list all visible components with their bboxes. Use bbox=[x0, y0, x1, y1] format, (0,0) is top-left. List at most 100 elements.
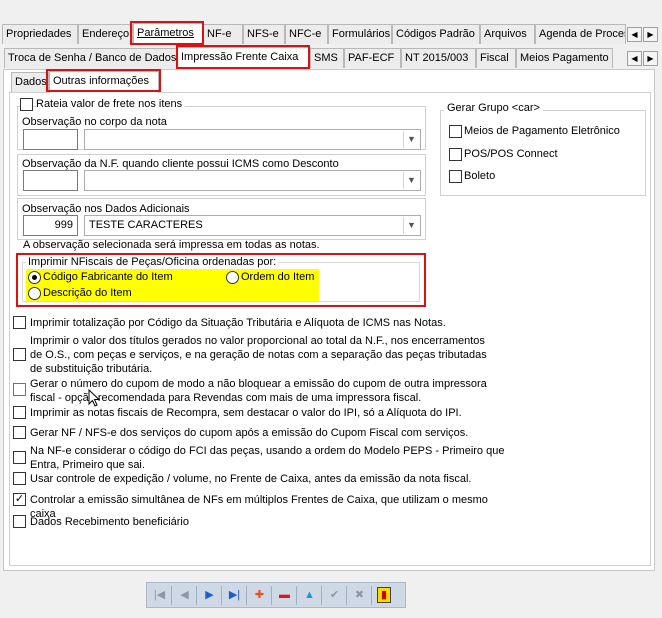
obs-icms-code-input[interactable] bbox=[23, 170, 78, 191]
tab-label: NFS-e bbox=[247, 28, 279, 40]
pos-connect-checkbox[interactable] bbox=[449, 148, 462, 161]
opt-gerar-nf-servicos-checkbox[interactable] bbox=[13, 426, 26, 439]
pos-connect-label: POS/POS Connect bbox=[464, 148, 558, 160]
obs-adicionais-code-input[interactable]: 999 bbox=[23, 215, 78, 236]
opt-numero-cupom-checkbox[interactable] bbox=[13, 383, 26, 396]
radio-ordem-item-label: Ordem do Item bbox=[241, 271, 315, 283]
tab-outras-informacoes[interactable]: Outras informações bbox=[49, 71, 159, 93]
obs-icms-select[interactable]: ▼ bbox=[84, 170, 421, 191]
next-record-icon: ▶ bbox=[205, 589, 214, 601]
chevron-down-icon[interactable]: ▼ bbox=[403, 217, 419, 234]
tab-label: Agenda de Proces bbox=[539, 28, 626, 40]
tab-meios-pagamento[interactable]: Meios Pagamento bbox=[516, 48, 613, 68]
third-tab-row: Dados Outras informações bbox=[0, 71, 200, 93]
record-navigation-toolbar: |◀ ◀ ▶ ▶| ✚ ▬ ▲ ✔ ✖ ▮ bbox=[146, 582, 406, 608]
tab-arquivos[interactable]: Arquivos bbox=[480, 24, 535, 44]
next-record-button[interactable]: ▶ bbox=[200, 587, 219, 604]
boleto-checkbox[interactable] bbox=[449, 170, 462, 183]
tab-impressao-frente-caixa[interactable]: Impressão Frente Caixa bbox=[177, 47, 310, 69]
toolbar-divider bbox=[246, 586, 247, 605]
opt-expedicao-checkbox[interactable] bbox=[13, 472, 26, 485]
tab2-scroll-left-button[interactable]: ◀ bbox=[627, 51, 642, 66]
minus-icon: ▬ bbox=[279, 589, 290, 601]
toolbar-divider bbox=[371, 586, 372, 605]
tab-label: Códigos Padrão bbox=[396, 28, 475, 40]
tab-sms[interactable]: SMS bbox=[310, 48, 344, 68]
tab-label: Formulários bbox=[332, 28, 391, 40]
tab-dados[interactable]: Dados bbox=[11, 72, 49, 92]
first-record-icon: |◀ bbox=[153, 589, 166, 601]
tab-label: Endereço bbox=[82, 28, 130, 40]
radio-codigo-fabricante-label: Código Fabricante do Item bbox=[43, 271, 173, 283]
toolbar-divider bbox=[196, 586, 197, 605]
last-record-icon: ▶| bbox=[228, 589, 241, 601]
opt-emissao-simultanea-checkbox[interactable]: ✓ bbox=[13, 493, 26, 506]
opt-totalizacao-checkbox[interactable] bbox=[13, 316, 26, 329]
opt-expedicao-label: Usar controle de expedição / volume, no … bbox=[30, 473, 472, 485]
toolbar-divider bbox=[321, 586, 322, 605]
tab-label: NFC-e bbox=[289, 28, 322, 40]
meios-pagamento-label: Meios de Pagamento Eletrônico bbox=[464, 125, 620, 137]
plus-icon: ✚ bbox=[254, 589, 265, 601]
obs-corpo-code-input[interactable] bbox=[23, 129, 78, 150]
tab-scroll-left-button[interactable]: ◀ bbox=[627, 27, 642, 42]
x-icon: ✖ bbox=[354, 589, 365, 601]
tab-nt-2015[interactable]: NT 2015/003 bbox=[401, 48, 476, 68]
exit-button[interactable]: ▮ bbox=[377, 587, 391, 603]
second-tab-row: Troca de Senha / Banco de Dados Impressã… bbox=[0, 47, 626, 69]
tab2-scroll-right-button[interactable]: ▶ bbox=[643, 51, 658, 66]
tab-label: NF-e bbox=[207, 28, 232, 40]
tab-troca-senha[interactable]: Troca de Senha / Banco de Dados bbox=[4, 48, 177, 68]
obs-corpo-label: Observação no corpo da nota bbox=[22, 116, 167, 128]
arrow-left-icon: ◀ bbox=[631, 30, 638, 39]
tab-parametros[interactable]: Parâmetros bbox=[133, 23, 203, 45]
opt-totalizacao-label: Imprimir totalização por Código da Situa… bbox=[30, 317, 446, 329]
add-record-button[interactable]: ✚ bbox=[250, 587, 269, 604]
chevron-down-icon[interactable]: ▼ bbox=[403, 172, 419, 189]
obs-corpo-select[interactable]: ▼ bbox=[84, 129, 421, 150]
tab-agenda[interactable]: Agenda de Proces bbox=[535, 24, 626, 44]
arrow-left-icon: ◀ bbox=[631, 54, 638, 63]
obs-adicionais-select[interactable]: TESTE CARACTERES ▼ bbox=[84, 215, 421, 236]
tab-scroll-right-button[interactable]: ▶ bbox=[643, 27, 658, 42]
radio-descricao-item-label: Descrição do Item bbox=[43, 287, 132, 299]
rateia-frete-checkbox[interactable] bbox=[20, 98, 33, 111]
opt-valor-titulos-checkbox[interactable] bbox=[13, 348, 26, 361]
rateia-frete-label: Rateia valor de frete nos itens bbox=[36, 98, 186, 111]
opt-dados-recebimento-label: Dados Recebimento beneficiário bbox=[30, 516, 189, 528]
tab-fiscal[interactable]: Fiscal bbox=[476, 48, 516, 68]
tab-label: Meios Pagamento bbox=[520, 52, 609, 64]
tab-nfse[interactable]: NFS-e bbox=[243, 24, 285, 44]
toolbar-divider bbox=[346, 586, 347, 605]
tab-nfce[interactable]: NFC-e bbox=[285, 24, 328, 44]
tab-label: Fiscal bbox=[480, 52, 509, 64]
previous-record-button[interactable]: ◀ bbox=[175, 587, 194, 604]
tab-propriedades[interactable]: Propriedades bbox=[2, 24, 78, 44]
confirm-button[interactable]: ✔ bbox=[325, 587, 344, 604]
toolbar-divider bbox=[171, 586, 172, 605]
tab-formularios[interactable]: Formulários bbox=[328, 24, 392, 44]
tab-codigos-padrao[interactable]: Códigos Padrão bbox=[392, 24, 480, 44]
opt-fci-peps-checkbox[interactable] bbox=[13, 451, 26, 464]
tab-nfe[interactable]: NF-e bbox=[203, 24, 243, 44]
radio-ordem-item[interactable] bbox=[226, 271, 239, 284]
edit-record-button[interactable]: ▲ bbox=[300, 587, 319, 604]
tab-label: Propriedades bbox=[6, 28, 72, 40]
cancel-button[interactable]: ✖ bbox=[350, 587, 369, 604]
opt-recompra-checkbox[interactable] bbox=[13, 406, 26, 419]
last-record-button[interactable]: ▶| bbox=[225, 587, 244, 604]
tab-endereco[interactable]: Endereço bbox=[78, 24, 133, 44]
check-icon: ✔ bbox=[329, 589, 340, 601]
meios-pagamento-checkbox[interactable] bbox=[449, 125, 462, 138]
radio-codigo-fabricante[interactable] bbox=[28, 271, 41, 284]
delete-record-button[interactable]: ▬ bbox=[275, 587, 294, 604]
top-tab-row: Propriedades Endereço Parâmetros NF-e NF… bbox=[0, 23, 626, 45]
opt-dados-recebimento-checkbox[interactable] bbox=[13, 515, 26, 528]
first-record-button[interactable]: |◀ bbox=[150, 587, 169, 604]
tab-label: Arquivos bbox=[484, 28, 527, 40]
boleto-label: Boleto bbox=[464, 170, 496, 182]
triangle-up-icon: ▲ bbox=[304, 589, 315, 601]
chevron-down-icon[interactable]: ▼ bbox=[403, 131, 419, 148]
tab-paf-ecf[interactable]: PAF-ECF bbox=[344, 48, 401, 68]
radio-descricao-item[interactable] bbox=[28, 287, 41, 300]
